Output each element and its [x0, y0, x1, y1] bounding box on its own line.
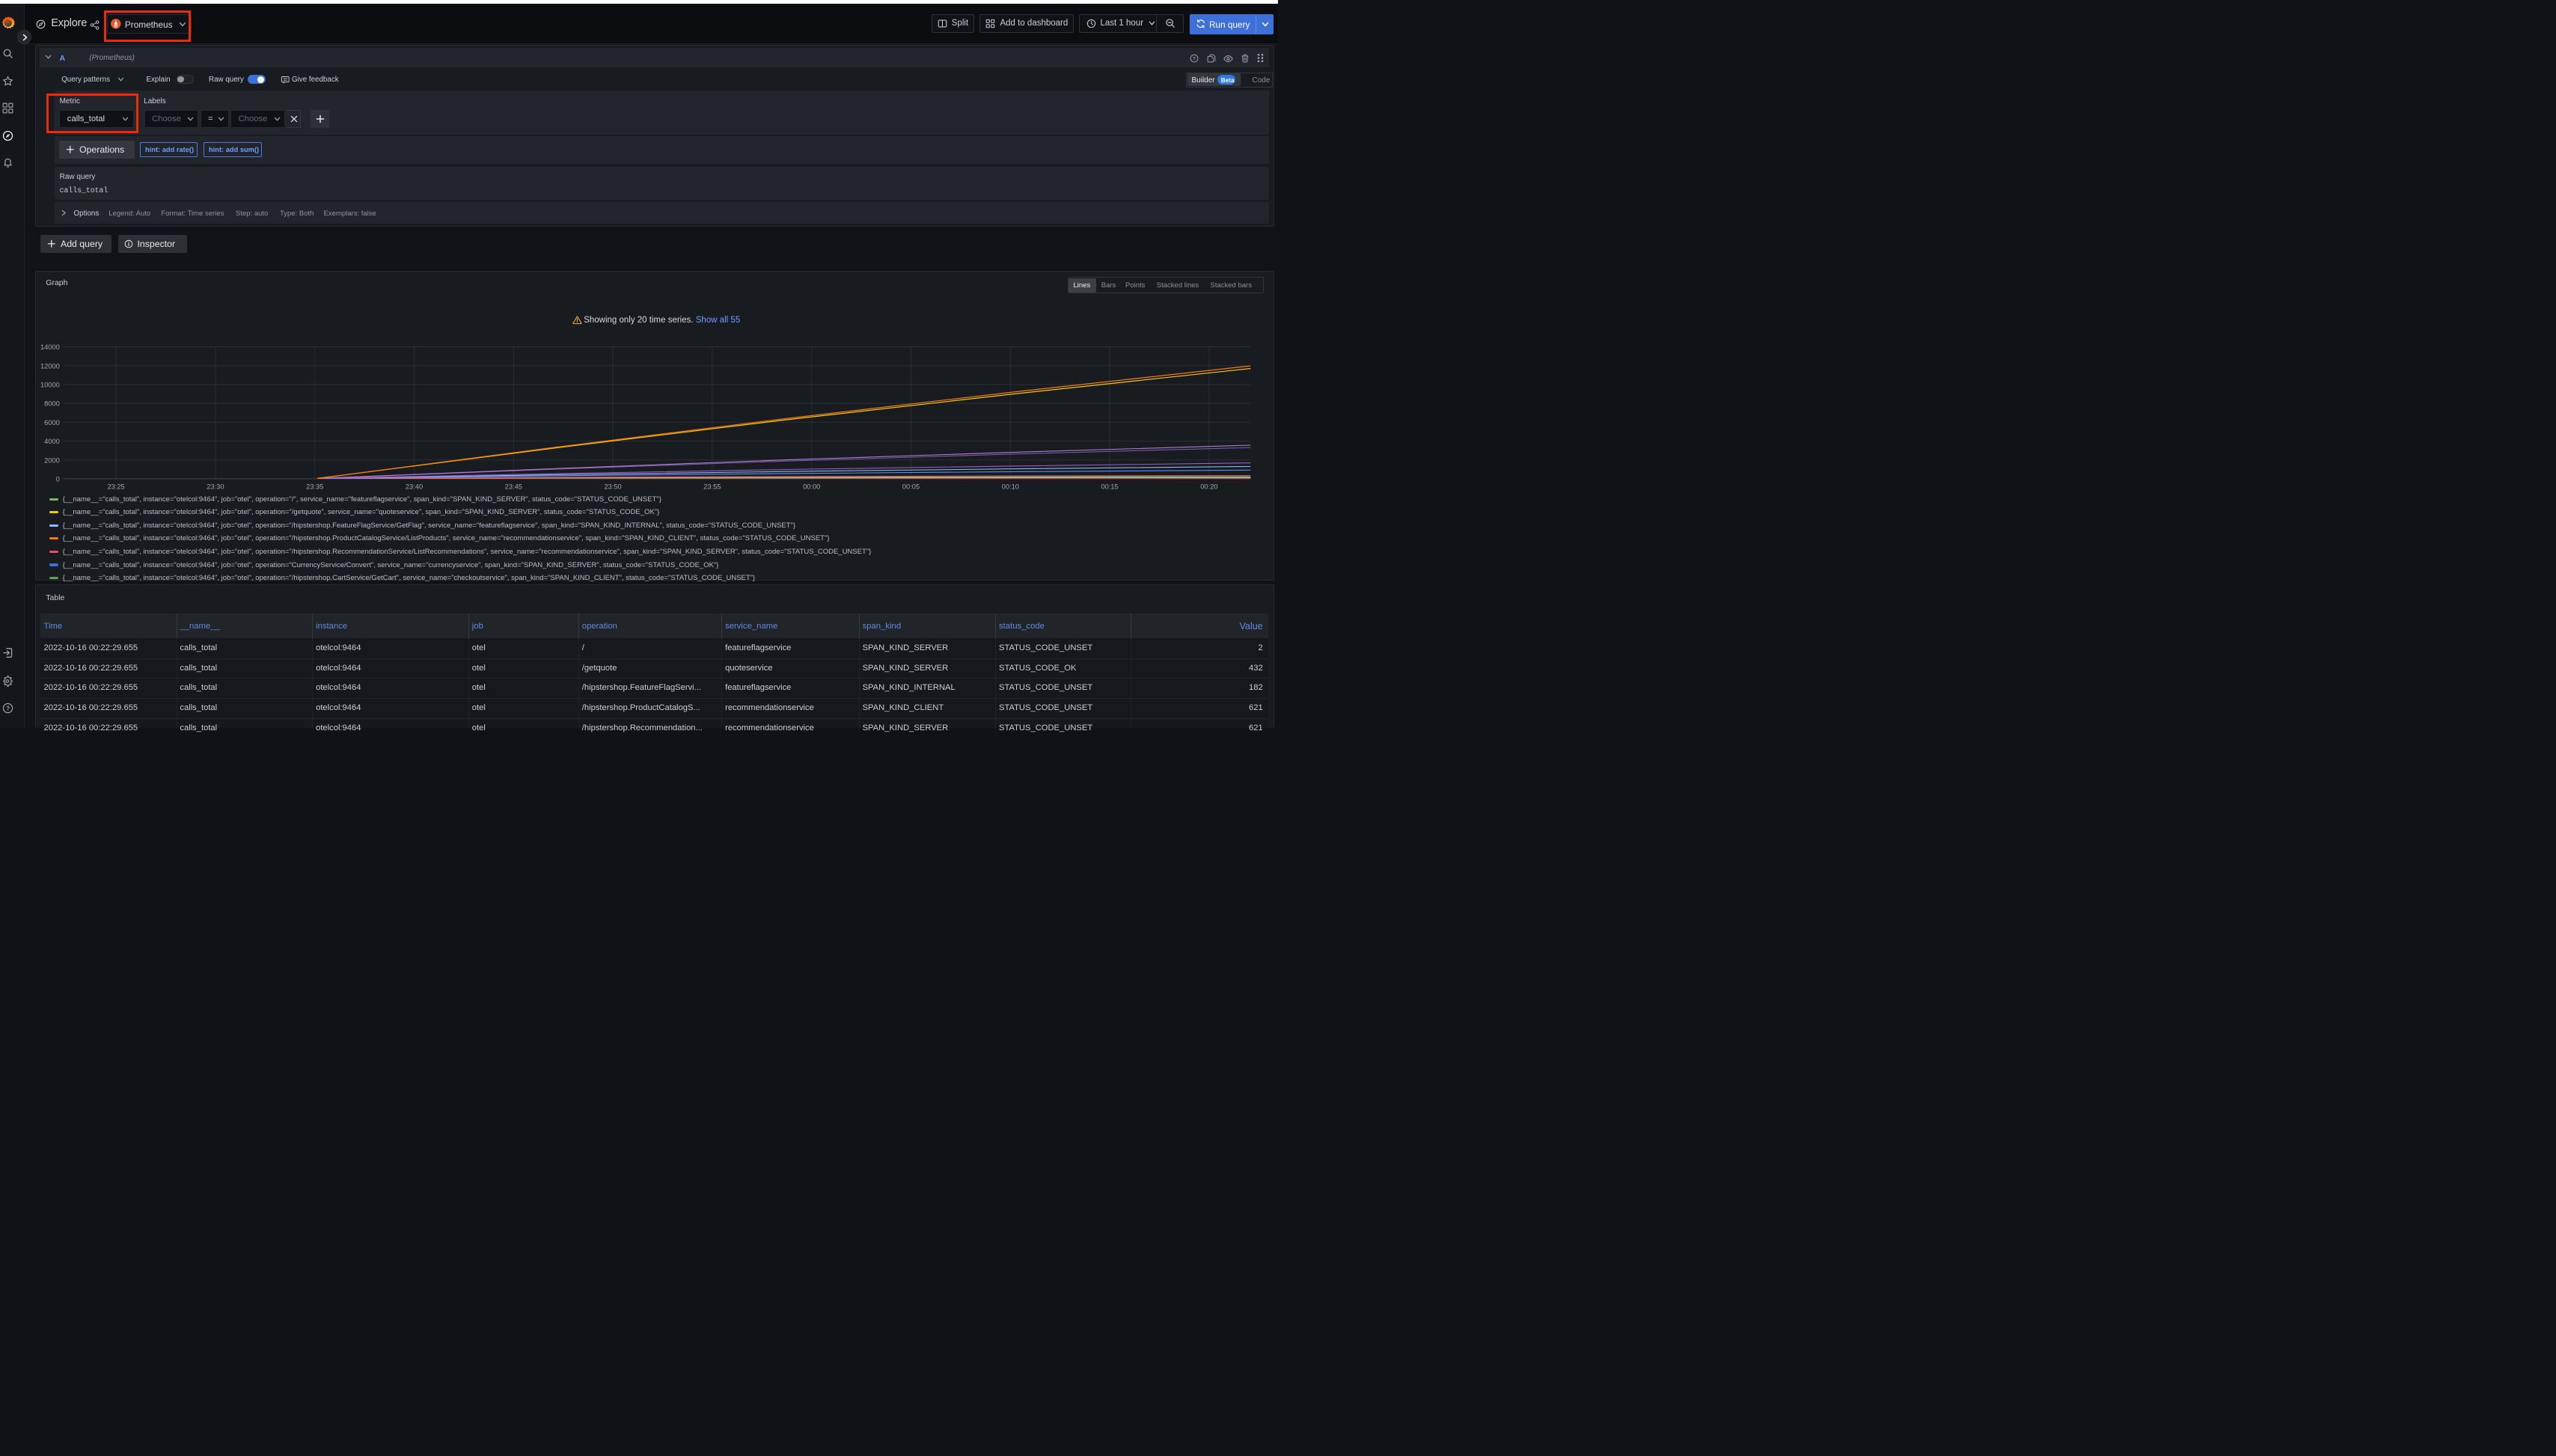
svg-text:23:40: 23:40 — [406, 483, 423, 491]
svg-text:0: 0 — [55, 476, 59, 483]
svg-text:00:05: 00:05 — [902, 483, 920, 491]
svg-text:23:35: 23:35 — [306, 483, 323, 491]
svg-text:00:20: 00:20 — [1200, 483, 1217, 491]
svg-text:23:55: 23:55 — [703, 483, 721, 491]
svg-text:?: ? — [6, 705, 10, 712]
svg-text:?: ? — [1193, 56, 1196, 61]
svg-text:6000: 6000 — [44, 419, 60, 426]
svg-text:14000: 14000 — [40, 343, 60, 351]
svg-text:23:50: 23:50 — [604, 483, 621, 491]
svg-text:23:30: 23:30 — [207, 483, 224, 491]
svg-text:00:15: 00:15 — [1101, 483, 1118, 491]
svg-text:4000: 4000 — [44, 438, 60, 445]
svg-text:00:00: 00:00 — [803, 483, 820, 491]
svg-text:12000: 12000 — [40, 362, 60, 370]
svg-text:10000: 10000 — [40, 382, 60, 389]
svg-text:23:25: 23:25 — [107, 483, 124, 491]
svg-text:23:45: 23:45 — [504, 483, 522, 491]
svg-text:2000: 2000 — [44, 456, 60, 464]
svg-text:8000: 8000 — [44, 400, 60, 408]
svg-text:00:10: 00:10 — [1001, 483, 1018, 491]
